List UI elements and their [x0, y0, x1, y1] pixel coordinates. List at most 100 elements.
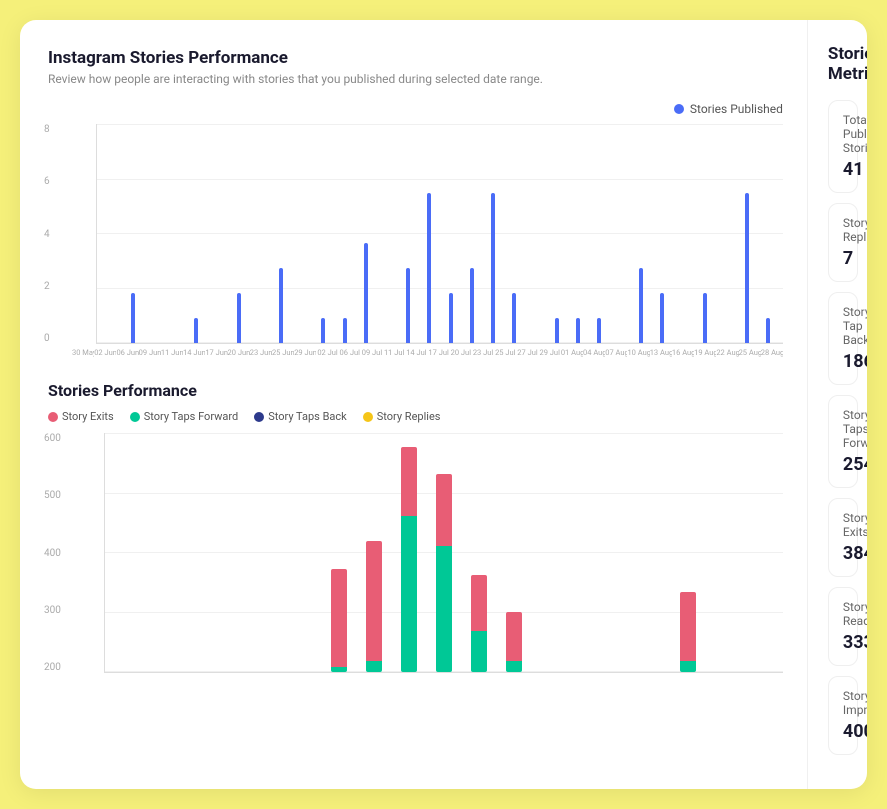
top-x-label: 16 Aug — [672, 348, 694, 357]
top-bar-item — [652, 293, 673, 343]
perf-chart-area — [104, 433, 783, 673]
perf-legend-dot — [48, 412, 58, 422]
stacked-bar-wrapper — [471, 575, 487, 672]
top-x-label: 19 Aug — [694, 348, 716, 357]
top-bar — [470, 268, 474, 343]
top-bar — [131, 293, 135, 343]
top-x-label: 25 Aug — [739, 348, 761, 357]
stacked-bar-wrapper — [506, 612, 522, 672]
top-x-label: 09 Jul — [361, 348, 383, 357]
perf-legend-label: Story Replies — [377, 410, 441, 423]
bar-segment-taps-fwd — [471, 631, 487, 672]
top-bar-item — [419, 193, 440, 343]
top-bar-item — [504, 293, 525, 343]
top-x-label: 17 Jul — [428, 348, 450, 357]
top-bar-item — [313, 318, 334, 343]
top-x-label: 20 Jun — [228, 348, 250, 357]
stacked-bar-wrapper — [331, 569, 347, 672]
top-bar-item — [631, 268, 652, 343]
metric-card: Story Replies7 — [828, 203, 858, 282]
top-legend-dot — [674, 104, 684, 114]
stacked-bar-wrapper — [436, 474, 452, 672]
top-bar-item — [482, 193, 503, 343]
bar-segment-taps-fwd — [680, 661, 696, 673]
perf-bars — [105, 433, 783, 672]
perf-legend-label: Story Taps Forward — [144, 410, 239, 423]
metric-card: Story Reach3336 — [828, 587, 858, 666]
top-bar-item — [355, 243, 376, 343]
top-bar-item — [567, 318, 588, 343]
top-bar — [279, 268, 283, 343]
top-bar — [237, 293, 241, 343]
perf-legend-label: Story Exits — [62, 410, 114, 423]
top-x-label: 27 Jul — [516, 348, 538, 357]
top-bar-item — [694, 293, 715, 343]
top-bar-item — [758, 318, 779, 343]
top-bar-item — [546, 318, 567, 343]
top-legend-label: Stories Published — [690, 102, 783, 116]
bar-segment-taps-fwd — [366, 661, 382, 673]
stacked-bar-group — [395, 447, 423, 672]
metric-card: Story Exits384 — [828, 498, 858, 577]
perf-legend-item: Story Taps Forward — [130, 410, 239, 423]
top-x-labels: 30 May02 Jun06 Jun09 Jun11 Jun14 Jun17 J… — [72, 348, 783, 357]
metric-card: Total Published Stories41 — [828, 100, 858, 193]
top-bar-item — [228, 293, 249, 343]
bar-segment-taps-fwd — [331, 667, 347, 672]
bar-segment-taps-fwd — [506, 661, 522, 673]
top-bar — [321, 318, 325, 343]
top-bar — [660, 293, 664, 343]
stacked-bar-group — [430, 474, 458, 672]
top-chart-section: Instagram Stories Performance Review how… — [48, 48, 783, 357]
bar-segment-exits — [366, 541, 382, 661]
top-x-label: 06 Jul — [339, 348, 361, 357]
top-x-label: 10 Aug — [627, 348, 649, 357]
stacked-bar-group — [500, 612, 528, 672]
top-bar — [766, 318, 770, 343]
perf-y-labels: 600 500 400 300 200 — [44, 433, 61, 673]
top-bar — [576, 318, 580, 343]
top-bar-item — [186, 318, 207, 343]
top-x-label: 25 Jul — [494, 348, 516, 357]
top-x-label: 14 Jul — [405, 348, 427, 357]
top-bar-item — [122, 293, 143, 343]
top-x-label: 11 Jul — [383, 348, 405, 357]
top-y-labels: 8 6 4 2 0 — [44, 124, 50, 344]
top-x-label: 22 Aug — [716, 348, 738, 357]
top-bar — [449, 293, 453, 343]
metric-card: Story Tap Backs186 — [828, 292, 858, 385]
top-bar — [639, 268, 643, 343]
stacked-bar-wrapper — [401, 447, 417, 672]
top-bars — [97, 124, 783, 343]
top-x-label: 17 Jun — [205, 348, 227, 357]
right-panel: Stories Metrics Total Published Stories4… — [808, 20, 867, 789]
top-x-label: 11 Jun — [161, 348, 183, 357]
stacked-bar-group — [325, 569, 353, 672]
top-bar-item — [737, 193, 758, 343]
main-card: Instagram Stories Performance Review how… — [20, 20, 867, 789]
top-x-label: 30 May — [72, 348, 94, 357]
top-x-label: 04 Aug — [583, 348, 605, 357]
perf-legend: Story ExitsStory Taps ForwardStory Taps … — [48, 410, 783, 423]
top-bar-item — [588, 318, 609, 343]
bar-segment-exits — [471, 575, 487, 630]
top-bar — [364, 243, 368, 343]
top-bar — [745, 193, 749, 343]
top-section-title: Instagram Stories Performance — [48, 48, 783, 68]
bottom-chart-section: Stories Performance Story Exits Story Tap… — [48, 381, 783, 673]
top-bar — [512, 293, 516, 343]
top-x-label: 02 Jun — [94, 348, 116, 357]
perf-legend-dot — [130, 412, 140, 422]
top-x-label: 09 Jun — [139, 348, 161, 357]
metrics-title: Stories Metrics — [828, 44, 847, 84]
bar-segment-exits — [680, 592, 696, 661]
top-bar-item — [398, 268, 419, 343]
top-bar-item — [461, 268, 482, 343]
perf-title: Stories Performance — [48, 381, 783, 400]
top-bar — [555, 318, 559, 343]
top-bar — [491, 193, 495, 343]
bar-segment-exits — [331, 569, 347, 668]
top-bar — [406, 268, 410, 343]
top-x-label: 01 Aug — [561, 348, 583, 357]
top-x-label: 25 Jun — [272, 348, 294, 357]
